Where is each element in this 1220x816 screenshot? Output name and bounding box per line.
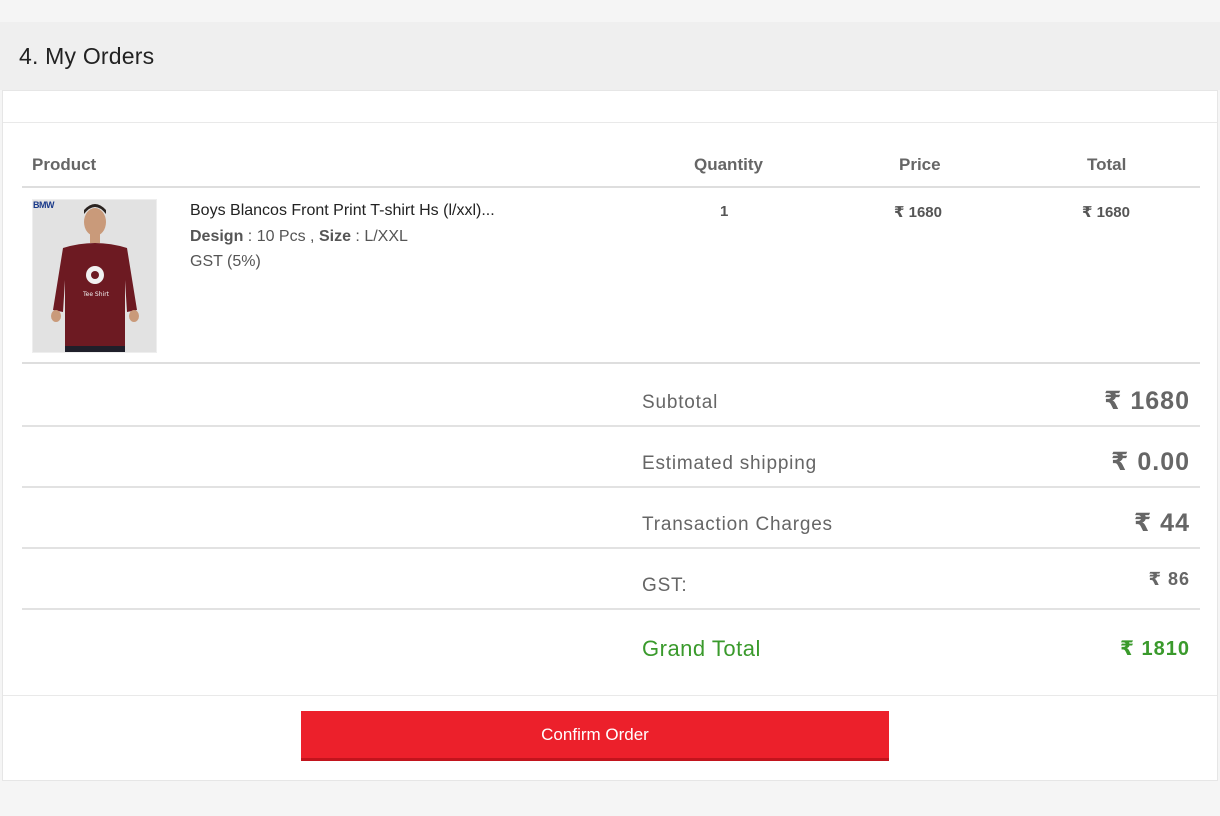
orders-card: Product Quantity Price Total Tee Shirt B… — [2, 90, 1218, 781]
product-price: ₹ 1680 — [894, 204, 942, 221]
tshirt-product-image: Tee Shirt — [33, 200, 156, 352]
product-thumbnail[interactable]: Tee Shirt BMW — [32, 199, 157, 353]
page-title: 4. My Orders — [19, 42, 155, 69]
brand-logo-text: BMW — [33, 200, 55, 210]
design-label: Design — [190, 228, 244, 245]
design-value: 10 Pcs — [256, 228, 306, 245]
grand-total-label: Grand Total — [642, 636, 761, 661]
product-name-link[interactable]: Boys Blancos Front Print T-shirt Hs (l/x… — [190, 202, 495, 220]
header-product: Product — [32, 155, 97, 174]
table-header: Product Quantity Price Total — [22, 143, 1200, 188]
header-total: Total — [1087, 155, 1127, 174]
shipping-label: Estimated shipping — [642, 453, 817, 474]
product-gst: GST (5%) — [190, 253, 261, 270]
product-quantity: 1 — [720, 203, 729, 220]
shipping-value: ₹ 0.00 — [1111, 448, 1190, 476]
summary-row-gst: GST: ₹ 86 — [22, 549, 1200, 610]
transaction-label: Transaction Charges — [642, 514, 833, 535]
confirm-order-button[interactable]: Confirm Order — [301, 711, 889, 761]
summary-row-shipping: Estimated shipping ₹ 0.00 — [22, 427, 1200, 488]
size-label: Size — [318, 228, 351, 245]
summary-row-grand-total: Grand Total ₹ 1810 — [22, 610, 1200, 671]
divider — [3, 695, 1217, 696]
summary-row-subtotal: Subtotal ₹ 1680 — [22, 366, 1200, 427]
subtotal-value: ₹ 1680 — [1104, 387, 1190, 415]
section-header: 4. My Orders — [0, 22, 1220, 90]
divider — [3, 122, 1217, 123]
product-total: ₹ 1680 — [1082, 204, 1130, 221]
header-quantity: Quantity — [694, 155, 763, 174]
subtotal-label: Subtotal — [642, 392, 719, 413]
product-variant: Design : 10 Pcs , Size : L/XXL — [190, 228, 408, 245]
svg-text:Tee Shirt: Tee Shirt — [82, 291, 110, 298]
table-row: Tee Shirt BMW Boys Blancos Front Print T… — [22, 188, 1200, 364]
size-value: L/XXL — [364, 228, 408, 245]
transaction-value: ₹ 44 — [1133, 509, 1190, 537]
summary-row-transaction: Transaction Charges ₹ 44 — [22, 488, 1200, 549]
header-price: Price — [899, 155, 941, 174]
gst-value: ₹ 86 — [1148, 569, 1190, 589]
gst-label: GST: — [642, 575, 688, 596]
grand-total-value: ₹ 1810 — [1120, 638, 1190, 660]
